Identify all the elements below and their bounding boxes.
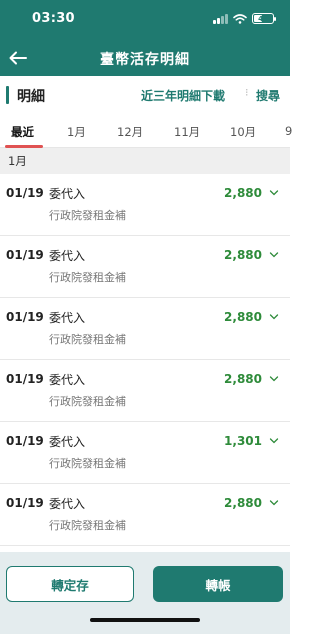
tab-jan[interactable]: 1月 — [67, 124, 86, 140]
nav-bar: 臺幣活存明細 — [0, 40, 290, 76]
tab-sep[interactable]: 9 — [285, 124, 292, 138]
txn-amount: 2,880 — [224, 186, 262, 200]
battery-level: 46 — [258, 14, 268, 23]
transaction-row[interactable]: 01/19 委代入 行政院發租金補 2,880 — [0, 174, 290, 236]
section-title: 明細 — [17, 89, 45, 105]
status-time: 03:30 — [32, 11, 75, 26]
battery-icon: 46 — [252, 13, 276, 24]
transaction-row[interactable]: 01/19 委代入 行政院發租金補 2,880 — [0, 236, 290, 298]
download-3yr-link[interactable]: 近三年明細下載 — [141, 87, 225, 104]
txn-date: 01/19 — [6, 372, 44, 386]
search-link[interactable]: 搜尋 — [256, 87, 280, 104]
txn-amount: 2,880 — [224, 248, 262, 262]
chevron-down-icon[interactable] — [269, 250, 279, 260]
txn-amount: 1,301 — [224, 434, 262, 448]
txn-description: 委代入 — [49, 497, 86, 511]
transaction-row[interactable]: 01/19 委代入 行政院發租金補 2,880 — [0, 298, 290, 360]
home-indicator[interactable] — [90, 618, 200, 622]
transaction-row[interactable]: 01/19 委代入 行政院發租金補 2,880 — [0, 484, 290, 546]
txn-amount: 2,880 — [224, 310, 262, 324]
transaction-row[interactable]: 01/19 委代入 行政院發租金補 1,301 — [0, 422, 290, 484]
txn-amount: 2,880 — [224, 372, 262, 386]
chevron-down-icon[interactable] — [269, 188, 279, 198]
transfer-button[interactable]: 轉帳 — [153, 566, 283, 602]
txn-date: 01/19 — [6, 186, 44, 200]
wifi-icon — [233, 13, 247, 24]
txn-memo: 行政院發租金補 — [49, 209, 126, 222]
status-icons: 46 — [213, 13, 276, 24]
txn-description: 委代入 — [49, 249, 86, 263]
month-tabs: 最近 1月 12月 11月 10月 9 — [0, 116, 292, 148]
txn-description: 委代入 — [49, 435, 86, 449]
status-bar: 03:30 46 — [0, 0, 290, 40]
txn-date: 01/19 — [6, 248, 44, 262]
txn-description: 委代入 — [49, 187, 86, 201]
section-accent-bar — [6, 86, 9, 104]
month-group-header: 1月 — [0, 148, 290, 174]
month-group-label: 1月 — [8, 154, 27, 168]
chevron-down-icon[interactable] — [269, 312, 279, 322]
txn-amount: 2,880 — [224, 496, 262, 510]
transfer-deposit-button[interactable]: 轉定存 — [6, 566, 134, 602]
txn-date: 01/19 — [6, 496, 44, 510]
txn-description: 委代入 — [49, 311, 86, 325]
transaction-row[interactable]: 01/19 委代入 行政院發租金補 2,880 — [0, 360, 290, 422]
section-header: 明細 近三年明細下載 ⁝ 搜尋 — [0, 76, 290, 116]
txn-memo: 行政院發租金補 — [49, 271, 126, 284]
page-title: 臺幣活存明細 — [100, 52, 190, 68]
txn-memo: 行政院發租金補 — [49, 519, 126, 532]
tab-oct[interactable]: 10月 — [230, 124, 256, 140]
vertical-separator: ⁝ — [245, 86, 249, 99]
txn-date: 01/19 — [6, 310, 44, 324]
txn-description: 委代入 — [49, 373, 86, 387]
chevron-down-icon[interactable] — [269, 498, 279, 508]
txn-date: 01/19 — [6, 434, 44, 448]
tab-dec[interactable]: 12月 — [117, 124, 143, 140]
chevron-down-icon[interactable] — [269, 436, 279, 446]
tab-nov[interactable]: 11月 — [174, 124, 200, 140]
txn-memo: 行政院發租金補 — [49, 333, 126, 346]
txn-memo: 行政院發租金補 — [49, 457, 126, 470]
signal-icon — [213, 13, 228, 24]
chevron-down-icon[interactable] — [269, 374, 279, 384]
transaction-list: 01/19 委代入 行政院發租金補 2,880 01/19 委代入 行政院發租金… — [0, 174, 290, 546]
tab-recent[interactable]: 最近 — [11, 124, 34, 140]
txn-memo: 行政院發租金補 — [49, 395, 126, 408]
